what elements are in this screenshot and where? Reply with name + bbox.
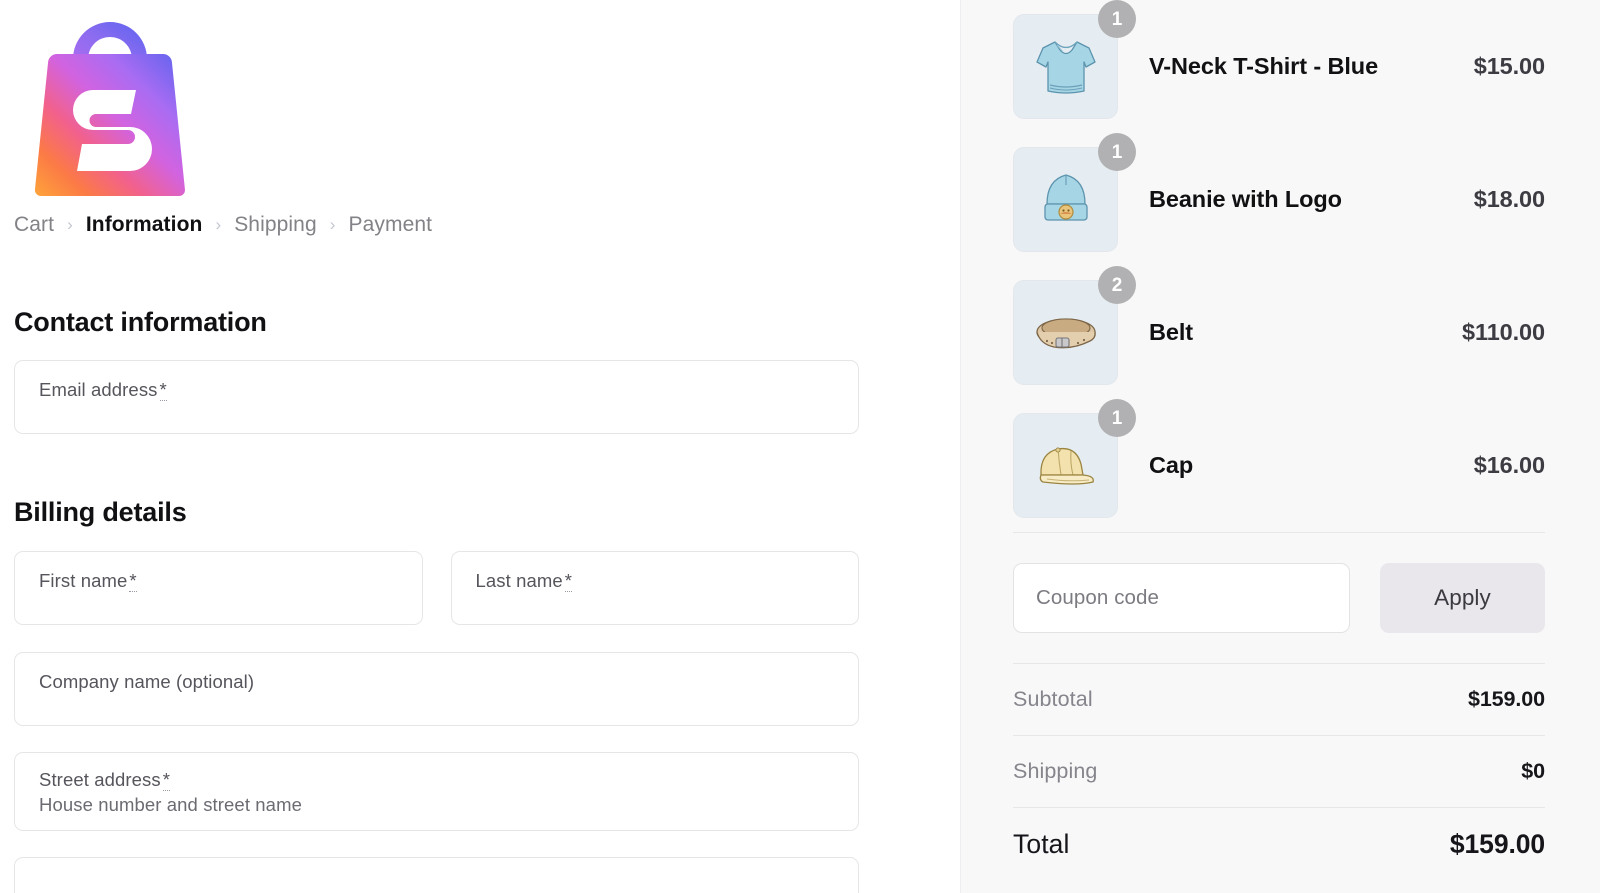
cart-item-price: $16.00 [1473,452,1545,478]
grand-total-label: Total [1013,828,1070,859]
cart-item-thumbnail-wrap: 1 [1013,0,1136,119]
order-summary: 1 V-Neck T-Shirt - Blue $15.00 1 Beanie … [961,0,1600,880]
name-row: First name * Last name * [14,551,859,625]
subtotal-value: $159.00 [1467,687,1545,711]
subtotal-label: Subtotal [1013,687,1093,711]
cart-item[interactable]: 1 Beanie with Logo $18.00 [1013,133,1545,266]
brand-logo[interactable] [20,4,200,204]
subtotal-row: Subtotal $159.00 [1013,664,1545,735]
breadcrumb-item-cart[interactable]: Cart [14,213,54,237]
shipping-label: Shipping [1013,759,1098,783]
required-marker: * [564,570,573,592]
coupon-row: Coupon code Apply [1013,563,1545,633]
cart-item-name: V-Neck T-Shirt - Blue [1149,53,1379,79]
breadcrumb: Cart › Information › Shipping › Payment [14,210,960,240]
cart-item[interactable]: 2 Belt $110.00 [1013,266,1545,399]
cart-item-quantity-badge: 1 [1098,133,1136,171]
cart-item-thumbnail-wrap: 1 [1013,399,1136,518]
breadcrumb-item-information[interactable]: Information [86,213,203,237]
order-summary-column: 1 V-Neck T-Shirt - Blue $15.00 1 Beanie … [960,0,1600,893]
checkout-form-column: Cart › Information › Shipping › Payment … [0,0,960,893]
cart-item-price: $110.00 [1462,319,1545,345]
street-address-field[interactable]: Street address * House number and street … [14,752,859,831]
divider [1013,532,1545,533]
first-name-field[interactable]: First name * [14,551,423,625]
last-name-field-label: Last name * [475,570,573,592]
billing-details-section: Billing details First name * Last name * C… [12,497,960,893]
cart-item-price: $15.00 [1473,53,1545,79]
breadcrumb-item-payment[interactable]: Payment [349,213,433,237]
cart-item-thumbnail-wrap: 2 [1013,266,1136,385]
email-field-label: Email address * [39,379,167,401]
company-name-field-label: Company name (optional) [39,671,255,692]
chevron-right-icon: › [215,214,222,234]
email-field[interactable]: Email address * [14,360,859,434]
cart-item-quantity-badge: 2 [1098,266,1136,304]
grand-total-value: $159.00 [1449,828,1545,859]
cart-item-name: Cap [1149,452,1194,478]
billing-details-heading: Billing details [14,497,187,527]
contact-information-section: Contact information Email address * [12,307,960,434]
first-name-field-label: First name * [39,570,137,592]
chevron-right-icon: › [329,214,336,234]
required-marker: * [129,570,137,592]
breadcrumb-item-shipping[interactable]: Shipping [234,213,317,237]
last-name-field[interactable]: Last name * [450,551,859,625]
coupon-code-input[interactable]: Coupon code [1013,563,1350,633]
shipping-row: Shipping $0 [1013,736,1545,807]
cart-item-quantity-badge: 1 [1098,399,1136,437]
cart-item-list: 1 V-Neck T-Shirt - Blue $15.00 1 Beanie … [1013,0,1545,532]
company-name-field[interactable]: Company name (optional) [14,652,859,726]
checkout-page: Cart › Information › Shipping › Payment … [0,0,1600,893]
cart-item-thumbnail-wrap: 1 [1013,133,1136,252]
required-marker: * [162,769,171,791]
cart-item-name: Belt [1149,319,1193,345]
grand-total-row: Total $159.00 [1013,808,1545,880]
cart-item[interactable]: 1 Cap $16.00 [1013,399,1545,532]
cart-item-price: $18.00 [1473,186,1545,212]
address-line-2-field[interactable] [14,857,859,893]
required-marker: * [159,379,167,401]
cart-item[interactable]: 1 V-Neck T-Shirt - Blue $15.00 [1013,0,1545,133]
shipping-value: $0 [1521,759,1545,783]
contact-information-heading: Contact information [14,307,267,337]
cart-item-name: Beanie with Logo [1149,186,1342,212]
cart-item-quantity-badge: 1 [1098,0,1136,38]
apply-coupon-button[interactable]: Apply [1380,563,1545,633]
coupon-code-placeholder: Coupon code [1036,586,1160,609]
street-address-field-sublabel: House number and street name [39,793,302,815]
street-address-field-label: Street address * [39,769,171,791]
chevron-right-icon: › [67,214,73,234]
